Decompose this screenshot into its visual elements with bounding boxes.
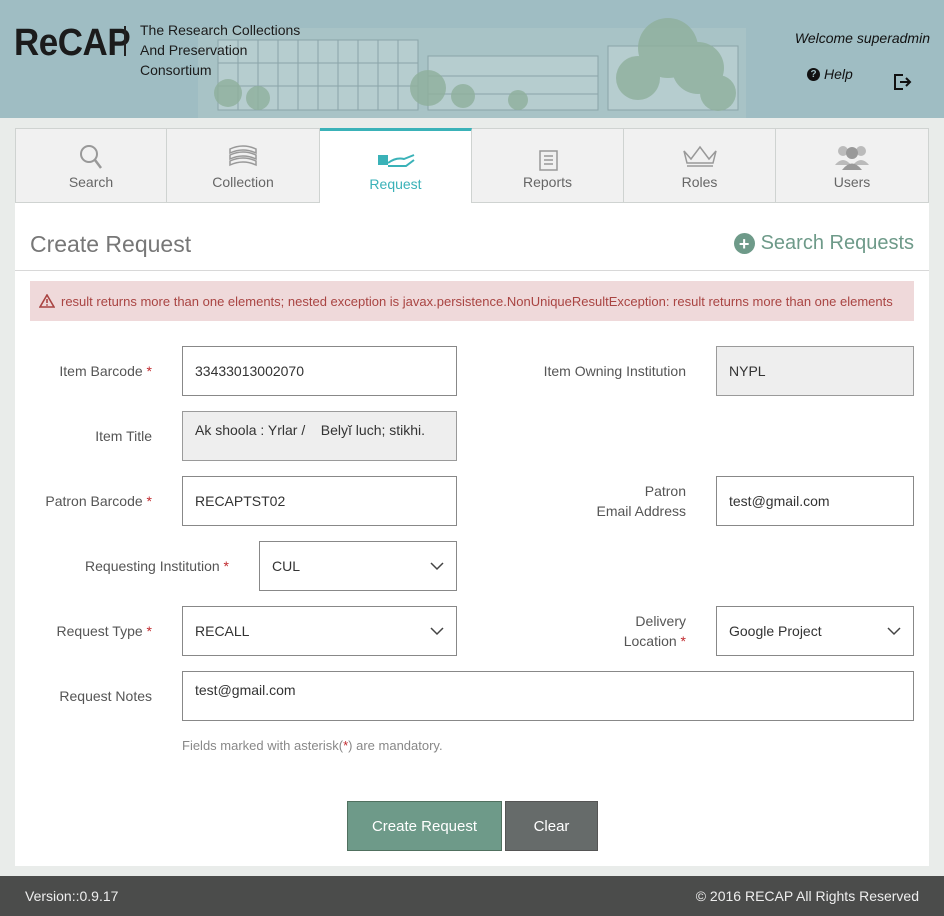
welcome-text: Welcome superadmin [794, 30, 930, 46]
select-value: CUL [272, 558, 301, 574]
requesting-institution-select[interactable]: CUL [259, 541, 457, 591]
item-barcode-input[interactable]: 33433013002070 [182, 346, 457, 396]
users-icon [835, 146, 869, 170]
required-asterisk: * [146, 623, 152, 639]
copyright-text: © 2016 RECAP All Rights Reserved [695, 888, 919, 904]
request-type-label: Request Type * [35, 621, 152, 641]
request-notes-label: Request Notes [59, 688, 152, 704]
tagline: The Research Collections And Preservatio… [140, 22, 301, 78]
label-text: Patron Barcode [45, 493, 143, 509]
label-text: Requesting Institution [85, 558, 220, 574]
logo-divider [124, 26, 126, 56]
search-icon [80, 145, 102, 169]
note-text: Fields marked with asterisk( [182, 738, 344, 753]
tab-search[interactable]: Search [15, 128, 167, 203]
request-notes-textarea[interactable]: test@gmail.com [182, 671, 914, 721]
chevron-down-icon [430, 562, 444, 571]
tab-label: Users [833, 174, 871, 190]
label-line: Delivery [635, 613, 686, 629]
page-title: Create Request [30, 231, 192, 257]
tab-reports[interactable]: Reports [472, 128, 624, 203]
tab-label: Reports [522, 174, 573, 190]
title-divider [15, 270, 929, 271]
tab-label: Roles [681, 174, 718, 190]
note-text: ) are mandatory. [348, 738, 443, 753]
label-text: Item Barcode [59, 363, 143, 379]
tab-label: Request [369, 176, 422, 192]
item-title-label: Item Title [95, 428, 152, 444]
label-line: Email Address [596, 503, 686, 519]
question-circle-icon: ? [807, 67, 820, 81]
warning-icon [39, 294, 55, 308]
chevron-down-icon [430, 627, 444, 636]
chevron-down-icon [887, 627, 901, 636]
main-nav-tabs: Search Collection Request Reports Roles … [15, 128, 929, 204]
search-requests-link[interactable]: + Search Requests [733, 232, 914, 255]
label-text: Location [623, 633, 677, 649]
item-owning-institution-label: Item Owning Institution [543, 363, 686, 379]
requesting-institution-label: Requesting Institution * [55, 556, 229, 576]
item-title-field: Ak shoola : Yrlar / Belyĭ luch; stikhi. [182, 411, 457, 461]
hand-book-icon [377, 154, 415, 167]
tab-collection[interactable]: Collection [167, 128, 320, 203]
label-line: Location * [575, 631, 686, 651]
tab-request[interactable]: Request [320, 128, 472, 204]
label-text: Request Type [56, 623, 143, 639]
patron-email-label: Patron Email Address [575, 481, 686, 521]
error-message: result returns more than one elements; n… [61, 293, 893, 309]
required-asterisk: * [146, 363, 152, 379]
request-type-select[interactable]: RECALL [182, 606, 457, 656]
plus-circle-icon: + [733, 233, 755, 254]
required-asterisk: * [146, 493, 152, 509]
label-line: Patron [644, 483, 686, 499]
tab-label: Collection [212, 174, 274, 190]
books-icon [229, 145, 257, 167]
required-asterisk: * [680, 633, 686, 649]
document-icon [538, 150, 558, 171]
header: ReCAP The Research Collections And Prese… [0, 0, 944, 118]
delivery-location-select[interactable]: Google Project [716, 606, 914, 656]
clear-button[interactable]: Clear [505, 801, 598, 851]
logout-icon[interactable] [892, 72, 912, 92]
required-asterisk: * [223, 558, 229, 574]
version-text: Version::0.9.17 [25, 888, 119, 904]
recap-logo[interactable]: ReCAP [14, 22, 131, 65]
create-request-panel: Create Request + Search Requests result … [15, 203, 929, 866]
tab-users[interactable]: Users [776, 128, 929, 203]
crown-icon [682, 145, 717, 167]
mandatory-fields-note: Fields marked with asterisk(*) are manda… [182, 738, 443, 753]
error-alert: result returns more than one elements; n… [30, 281, 914, 321]
delivery-location-label: Delivery Location * [575, 611, 686, 651]
patron-barcode-label: Patron Barcode * [35, 491, 152, 511]
tab-label: Search [68, 174, 114, 190]
patron-email-input[interactable]: test@gmail.com [716, 476, 914, 526]
item-owning-institution-field: NYPL [716, 346, 914, 396]
patron-barcode-input[interactable]: RECAPTST02 [182, 476, 457, 526]
search-requests-label: Search Requests [760, 232, 914, 254]
select-value: RECALL [195, 623, 250, 639]
create-request-button[interactable]: Create Request [347, 801, 502, 851]
tab-roles[interactable]: Roles [624, 128, 776, 203]
help-label: Help [824, 66, 853, 82]
select-value: Google Project [729, 623, 822, 639]
item-barcode-label: Item Barcode * [55, 361, 152, 381]
footer: Version::0.9.17 © 2016 RECAP All Rights … [0, 876, 944, 916]
help-link[interactable]: ? Help [807, 66, 853, 82]
